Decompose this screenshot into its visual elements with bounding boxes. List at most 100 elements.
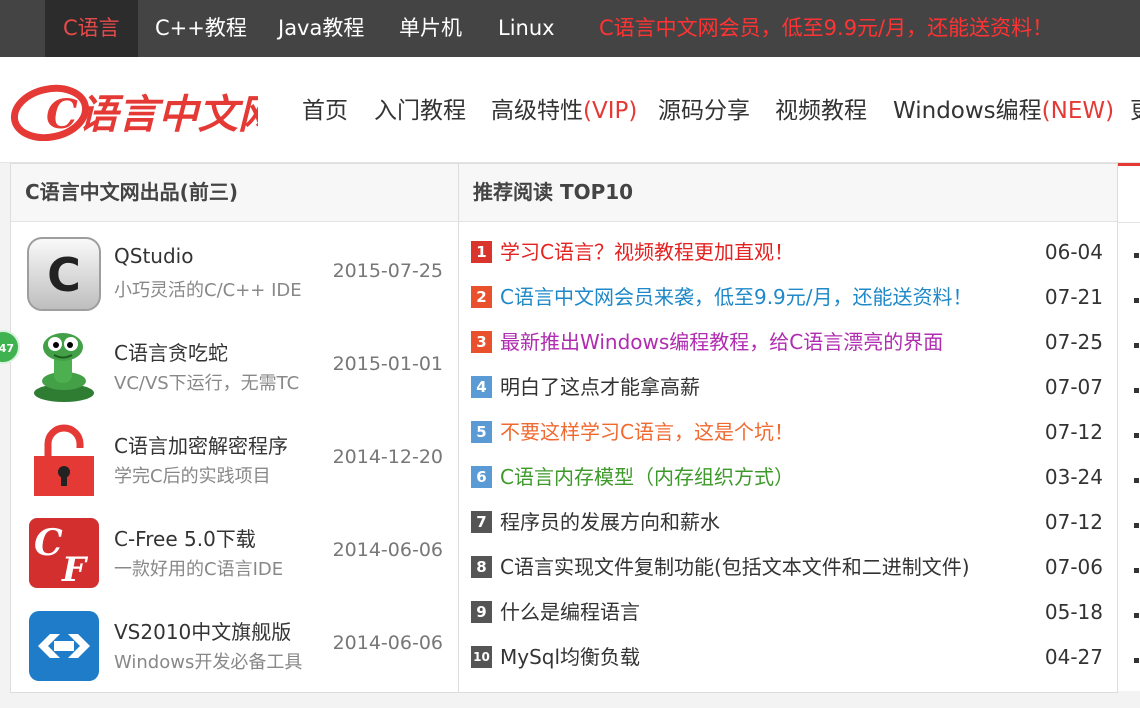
right-panel-tab[interactable] (1118, 166, 1140, 223)
recommend-item[interactable]: 1 学习C语言？视频教程更加直观！ 06-04 (471, 230, 1105, 275)
topbar-item-cpp[interactable]: C++教程 (155, 0, 247, 57)
recommend-item-link[interactable]: C语言实现文件复制功能(包括文本文件和二进制文件) (500, 545, 970, 590)
product-desc: 小巧灵活的C/C++ IDE (114, 280, 302, 301)
cfree-icon: C F (26, 515, 102, 591)
product-desc: 一款好用的C语言IDE (114, 559, 284, 580)
recommend-item[interactable]: 7 程序员的发展方向和薪水 07-12 (471, 500, 1105, 545)
products-panel: C语言中文网出品(前三) C QStudio 小巧灵活的C/C++ IDE 20… (10, 163, 460, 693)
nav-advanced-label: 高级特性 (491, 98, 583, 124)
recommend-item-link[interactable]: 程序员的发展方向和薪水 (500, 500, 720, 545)
rank-number-badge: 5 (471, 421, 492, 443)
recommend-item[interactable]: 10 MySql均衡负载 04-27 (471, 635, 1105, 680)
product-desc: 学完C后的实践项目 (114, 466, 271, 487)
recommend-item-date: 06-04 (1044, 240, 1103, 264)
recommend-item-date: 07-21 (1044, 285, 1103, 309)
new-tag: (NEW) (1041, 98, 1115, 124)
snake-icon (26, 329, 102, 405)
nav-home[interactable]: 首页 (302, 57, 348, 162)
site-logo[interactable]: C语言中文网 (10, 83, 284, 142)
product-date: 2014-06-06 (332, 632, 443, 654)
topbar-item-c[interactable]: C语言 (45, 0, 138, 57)
recommend-item-date: 07-25 (1044, 330, 1103, 354)
recommend-item-link[interactable]: 什么是编程语言 (500, 590, 640, 635)
top-nav-bar: C语言 C++教程 Java教程 单片机 Linux C语言中文网会员，低至9.… (0, 0, 1140, 57)
products-panel-title: C语言中文网出品(前三) (11, 164, 459, 222)
product-desc: VC/VS下运行，无需TC (114, 373, 300, 394)
nav-windows-label: Windows编程 (893, 98, 1042, 124)
vip-tag: (VIP) (583, 98, 638, 124)
product-date: 2014-12-20 (332, 446, 443, 468)
product-item[interactable]: C F C-Free 5.0下载 一款好用的C语言IDE 2014-06-06 (11, 515, 459, 605)
rank-number-badge: 1 (471, 241, 492, 263)
list-bullet (1134, 523, 1139, 528)
rank-number-badge: 8 (471, 556, 492, 578)
topbar-item-java[interactable]: Java教程 (278, 0, 364, 57)
nav-more[interactable]: 更 (1130, 57, 1140, 162)
recommend-item-link[interactable]: 不要这样学习C语言，这是个坑！ (500, 410, 794, 455)
recommend-item-date: 07-06 (1044, 555, 1103, 579)
recommend-item[interactable]: 9 什么是编程语言 05-18 (471, 590, 1105, 635)
product-item[interactable]: VS2010中文旗舰版 Windows开发必备工具 2014-06-06 (11, 608, 459, 698)
topbar-item-linux[interactable]: Linux (498, 0, 555, 57)
product-name: C语言加密解密程序 (114, 434, 288, 458)
product-item[interactable]: C语言贪吃蛇 VC/VS下运行，无需TC 2015-01-01 (11, 329, 459, 419)
rank-number-badge: 7 (471, 511, 492, 533)
product-item[interactable]: C QStudio 小巧灵活的C/C++ IDE 2015-07-25 (11, 236, 459, 326)
svg-text:F: F (61, 550, 89, 590)
recommend-item[interactable]: 4 明白了这点才能拿高薪 07-07 (471, 365, 1105, 410)
list-bullet (1134, 433, 1139, 438)
product-name: C语言贪吃蛇 (114, 341, 228, 365)
list-bullet (1134, 478, 1139, 483)
topbar-promo-link[interactable]: C语言中文网会员，低至9.9元/月，还能送资料！ (599, 0, 1053, 57)
rank-number-badge: 9 (471, 601, 492, 623)
nav-windows-programming[interactable]: Windows编程(NEW) (893, 57, 1114, 162)
recommend-item-date: 07-12 (1044, 420, 1103, 444)
nav-source-share[interactable]: 源码分享 (658, 57, 750, 162)
svg-text:C: C (34, 522, 63, 564)
site-header: C语言中文网 首页 入门教程 高级特性(VIP) 源码分享 视频教程 Windo… (0, 57, 1140, 163)
nav-intro-tutorial[interactable]: 入门教程 (374, 57, 466, 162)
recommend-item-link[interactable]: C语言内存模型（内存组织方式） (500, 455, 794, 500)
rank-number-badge: 2 (471, 286, 492, 308)
product-date: 2015-07-25 (332, 260, 443, 282)
recommend-item[interactable]: 3 最新推出Windows编程教程，给C语言漂亮的界面 07-25 (471, 320, 1105, 365)
recommend-item-link[interactable]: C语言中文网会员来袭，低至9.9元/月，还能送资料！ (500, 275, 973, 320)
rank-number-badge: 10 (471, 646, 492, 668)
recommend-item[interactable]: 6 C语言内存模型（内存组织方式） 03-24 (471, 455, 1105, 500)
recommend-item[interactable]: 5 不要这样学习C语言，这是个坑！ 07-12 (471, 410, 1105, 455)
nav-advanced[interactable]: 高级特性(VIP) (491, 57, 637, 162)
topbar-item-mcu[interactable]: 单片机 (399, 0, 462, 57)
list-bullet (1134, 253, 1139, 258)
product-date: 2015-01-01 (332, 353, 443, 375)
nav-video-tutorial[interactable]: 视频教程 (775, 57, 867, 162)
recommend-item-link[interactable]: 最新推出Windows编程教程，给C语言漂亮的界面 (500, 320, 943, 365)
logo-wordmark: C语言中文网 (46, 91, 258, 138)
recommend-item[interactable]: 2 C语言中文网会员来袭，低至9.9元/月，还能送资料！ 07-21 (471, 275, 1105, 320)
recommend-item-date: 04-27 (1044, 645, 1103, 669)
recommend-item-date: 05-18 (1044, 600, 1103, 624)
qstudio-icon: C (26, 236, 102, 312)
product-item[interactable]: C语言加密解密程序 学完C后的实践项目 2014-12-20 (11, 422, 459, 512)
recommend-item-link[interactable]: MySql均衡负载 (500, 635, 640, 680)
recommend-item-link[interactable]: 明白了这点才能拿高薪 (500, 365, 700, 410)
svg-text:C: C (47, 248, 81, 302)
recommend-item-link[interactable]: 学习C语言？视频教程更加直观！ (500, 230, 794, 275)
product-desc: Windows开发必备工具 (114, 652, 303, 673)
rank-number-badge: 6 (471, 466, 492, 488)
list-bullet (1134, 613, 1139, 618)
list-bullet (1134, 298, 1139, 303)
product-name: C-Free 5.0下载 (114, 527, 256, 551)
product-name: VS2010中文旗舰版 (114, 620, 292, 644)
recommend-item-date: 03-24 (1044, 465, 1103, 489)
recommend-item[interactable]: 8 C语言实现文件复制功能(包括文本文件和二进制文件) 07-06 (471, 545, 1105, 590)
recommend-item-date: 07-12 (1044, 510, 1103, 534)
recommend-item-date: 07-07 (1044, 375, 1103, 399)
recommend-panel: 推荐阅读 TOP10 1 学习C语言？视频教程更加直观！ 06-04 2 C语言中文网会… (458, 163, 1118, 693)
product-name: QStudio (114, 244, 194, 268)
rank-number-badge: 3 (471, 331, 492, 353)
vs-icon (26, 608, 102, 684)
list-bullet (1134, 658, 1139, 663)
rank-number-badge: 4 (471, 376, 492, 398)
list-bullet (1134, 388, 1139, 393)
lock-icon (26, 422, 102, 498)
